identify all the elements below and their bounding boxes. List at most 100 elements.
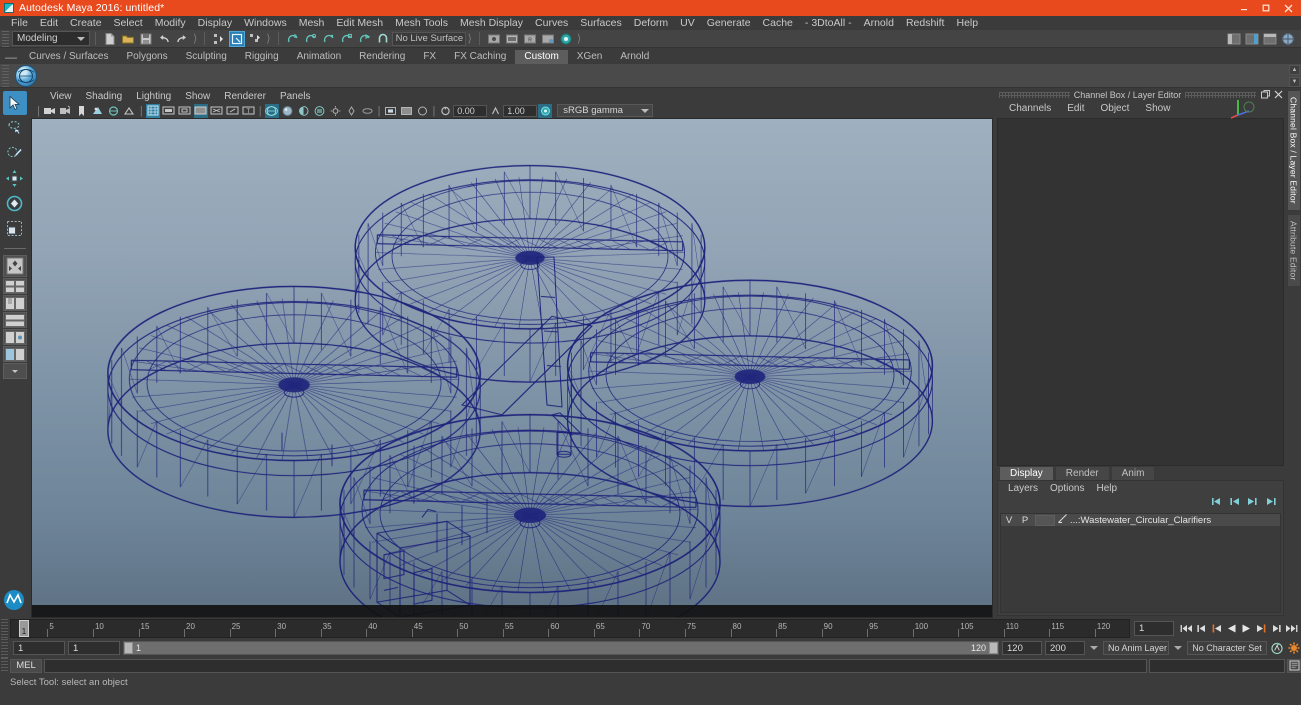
vertical-tab-attribute-editor[interactable]: Attribute Editor	[1286, 213, 1301, 288]
tab-display[interactable]: Display	[999, 466, 1054, 480]
xray-icon[interactable]	[210, 104, 224, 118]
layer-prev-icon[interactable]	[1228, 496, 1241, 510]
isolate-select-icon[interactable]	[383, 104, 397, 118]
exposure-field[interactable]: 0.00	[453, 104, 488, 117]
smooth-wire-icon[interactable]	[297, 104, 311, 118]
layer-last-icon[interactable]	[1264, 496, 1277, 510]
viewport-menu-renderer[interactable]: Renderer	[217, 91, 273, 102]
range-right-handle[interactable]	[989, 642, 998, 654]
range-slider-grip[interactable]	[1, 638, 8, 658]
menu-display[interactable]: Display	[192, 16, 238, 30]
undo-icon[interactable]	[156, 31, 172, 47]
layer-visibility-toggle[interactable]: V	[1001, 515, 1017, 526]
layer-list[interactable]: V P ...:Wastewater_Circular_Clarifiers	[1000, 513, 1281, 613]
go-to-end-button[interactable]	[1284, 621, 1298, 636]
exposure-reset-icon[interactable]	[438, 104, 452, 118]
perspective-viewport[interactable]: persp	[31, 118, 993, 618]
close-button[interactable]	[1277, 1, 1299, 16]
play-forwards-button[interactable]	[1239, 621, 1253, 636]
render-settings-icon[interactable]: R	[522, 31, 538, 47]
gamma-reset-icon[interactable]	[488, 104, 502, 118]
shelf-tab-rendering[interactable]: Rendering	[350, 50, 415, 64]
menu-arnold[interactable]: Arnold	[858, 16, 900, 30]
menu-file[interactable]: File	[5, 16, 34, 30]
layer-playback-toggle[interactable]: P	[1017, 515, 1033, 526]
script-editor-icon[interactable]	[1287, 658, 1301, 673]
shelf-tab-fx[interactable]: FX	[414, 50, 446, 64]
menu-windows[interactable]: Windows	[238, 16, 293, 30]
command-input[interactable]	[44, 658, 1147, 673]
step-back-frame-button[interactable]	[1194, 621, 1208, 636]
shadow-icon[interactable]	[345, 104, 359, 118]
blue-sphere-icon[interactable]	[15, 64, 37, 87]
time-slider[interactable]: 1 5 10 15 20 25 30 35 40 45 50 55 60 65 70 75 80 85 90 95 1…	[10, 619, 1130, 638]
shelf-tab-rigging[interactable]: Rigging	[235, 50, 288, 64]
viewport-extras-icon[interactable]	[415, 104, 429, 118]
animation-preferences-icon[interactable]	[1287, 641, 1301, 656]
menu-select[interactable]: Select	[108, 16, 149, 30]
layout-two-pane-stacked[interactable]	[2, 312, 27, 328]
undock-icon[interactable]	[1260, 89, 1271, 100]
shelf-grip[interactable]	[2, 64, 9, 87]
playback-start-field[interactable]: 1	[68, 641, 120, 655]
step-forward-key-button[interactable]	[1254, 621, 1268, 636]
menu-generate[interactable]: Generate	[701, 16, 757, 30]
camera-attributes-icon[interactable]	[59, 104, 73, 118]
layer-row[interactable]: V P ...:Wastewater_Circular_Clarifiers	[1001, 514, 1280, 527]
shelf-tab-fx-caching[interactable]: FX Caching	[445, 50, 516, 64]
menu-3dtoall[interactable]: - 3DtoAll -	[799, 16, 858, 30]
layout-persp-outliner[interactable]	[2, 329, 27, 345]
menu-edit[interactable]: Edit	[34, 16, 64, 30]
viewport-menu-view[interactable]: View	[43, 91, 79, 102]
playback-end-field[interactable]: 120	[1002, 641, 1042, 655]
range-left-handle[interactable]	[124, 642, 133, 654]
shelf-tab-polygons[interactable]: Polygons	[117, 50, 177, 64]
snap-projected-icon[interactable]	[339, 31, 355, 47]
xray-joints-icon[interactable]	[226, 104, 240, 118]
gate-mask-icon[interactable]	[193, 103, 208, 118]
menu-create[interactable]: Create	[64, 16, 108, 30]
menu-mesh[interactable]: Mesh	[293, 16, 331, 30]
layout-hypershade-layout-icon[interactable]	[2, 346, 27, 362]
select-tool[interactable]	[2, 91, 27, 115]
lasso-select-tool[interactable]	[3, 116, 27, 140]
shelf-tab-animation[interactable]: Animation	[287, 50, 351, 64]
layer-menu-help[interactable]: Help	[1090, 483, 1123, 494]
bookmark-icon[interactable]	[75, 104, 89, 118]
image-plane-icon[interactable]	[91, 104, 105, 118]
sidebar-toggle-4-icon[interactable]	[1280, 31, 1296, 47]
command-line-grip[interactable]	[1, 658, 8, 673]
close-icon[interactable]	[1273, 89, 1284, 100]
redo-icon[interactable]	[174, 31, 190, 47]
restore-button[interactable]	[1255, 1, 1277, 16]
grid-toggle-icon[interactable]	[145, 103, 160, 118]
hardware-texturing-icon[interactable]	[313, 104, 327, 118]
color-profile-selector[interactable]: sRGB gamma	[557, 104, 654, 117]
menu-redshift[interactable]: Redshift	[900, 16, 951, 30]
viewport-settings-icon[interactable]	[399, 104, 413, 118]
layout-four-pane[interactable]	[2, 278, 27, 294]
channel-menu-edit[interactable]: Edit	[1059, 103, 1092, 114]
character-set-selector[interactable]: No Character Set	[1187, 641, 1267, 655]
object-select-icon[interactable]	[229, 30, 246, 47]
color-management-icon[interactable]	[538, 103, 553, 118]
anim-end-field[interactable]: 200	[1045, 641, 1085, 655]
layer-first-icon[interactable]	[1210, 496, 1223, 510]
two-sided-lighting-icon[interactable]	[107, 104, 121, 118]
layer-color-swatch[interactable]	[1035, 514, 1055, 526]
chevron-down-icon[interactable]	[1174, 646, 1182, 650]
shelf-tab-xgen[interactable]: XGen	[567, 50, 612, 64]
gamma-field[interactable]: 1.00	[503, 104, 538, 117]
time-cursor[interactable]: 1	[19, 620, 29, 637]
status-line-grip[interactable]	[2, 30, 9, 47]
rotate-tool[interactable]	[3, 191, 27, 215]
live-surface-field[interactable]: No Live Surface	[391, 31, 466, 46]
open-scene-icon[interactable]	[120, 31, 136, 47]
chevron-down-icon[interactable]	[1090, 646, 1098, 650]
viewport-menu-shading[interactable]: Shading	[79, 91, 130, 102]
snap-grid-icon[interactable]	[285, 31, 301, 47]
anim-start-field[interactable]: 1	[13, 641, 65, 655]
shelf-tab-curves-surfaces[interactable]: Curves / Surfaces	[20, 50, 118, 64]
save-scene-icon[interactable]	[138, 31, 154, 47]
panel-drag-handle-left[interactable]	[999, 91, 1070, 98]
